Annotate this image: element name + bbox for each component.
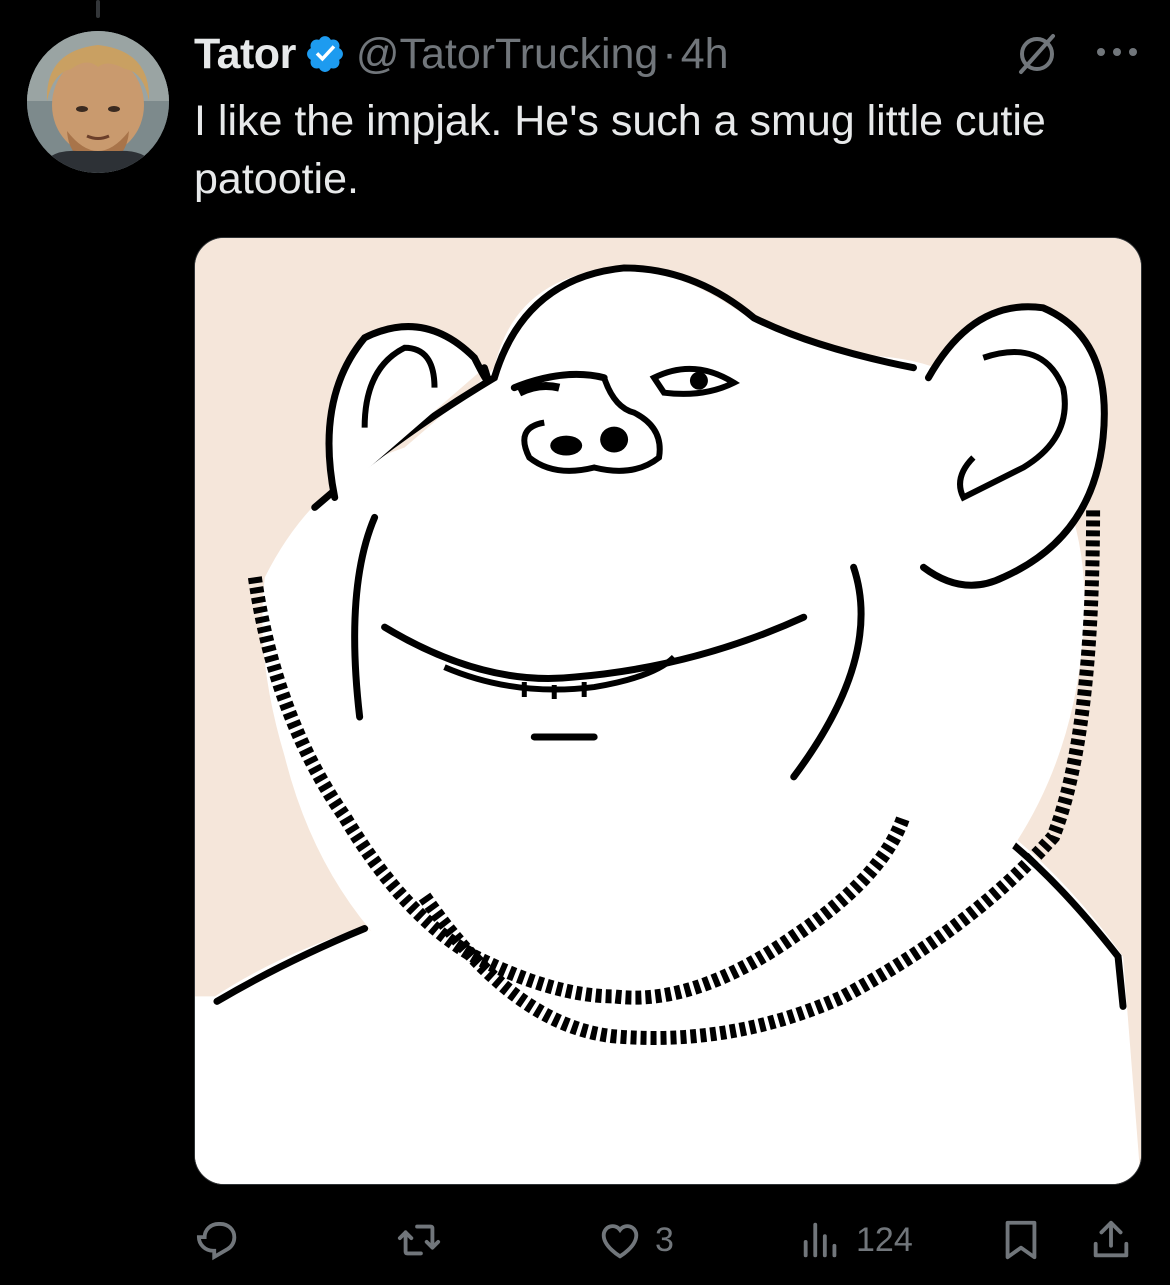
separator-dot: · [662,29,677,78]
post-media-image[interactable] [194,237,1142,1185]
verified-badge-icon[interactable] [304,33,346,75]
repost-button[interactable] [396,1205,442,1275]
like-count: 3 [655,1220,674,1259]
bookmark-icon [1005,1220,1037,1260]
avatar-image [27,31,169,173]
more-icon[interactable] [1093,32,1141,72]
repost-icon [397,1224,441,1256]
reply-button[interactable] [196,1205,242,1275]
bookmark-button[interactable] [998,1205,1044,1275]
thread-connector-line [96,0,100,18]
share-icon [1093,1220,1129,1258]
avatar[interactable] [27,31,169,173]
views-icon [803,1222,837,1258]
views-count: 124 [856,1220,913,1259]
author-name[interactable]: Tator [194,30,296,79]
reply-icon [196,1221,237,1261]
post-text: I like the impjak. He's such a smug litt… [194,97,1046,203]
post-actions-bar: 3 124 [0,1205,1170,1275]
impjak-drawing [195,238,1141,1184]
post-timestamp[interactable]: 4h [681,30,729,79]
heart-icon [601,1224,639,1259]
post-header: Tator @TatorTrucking · 4h [194,28,729,80]
grok-icon[interactable] [1013,30,1061,78]
like-button[interactable]: 3 [597,1205,674,1275]
share-button[interactable] [1088,1205,1134,1275]
views-button[interactable]: 124 [798,1205,913,1275]
author-handle[interactable]: @TatorTrucking [356,30,659,79]
